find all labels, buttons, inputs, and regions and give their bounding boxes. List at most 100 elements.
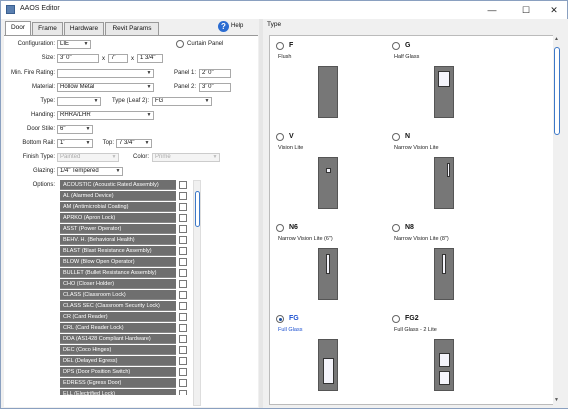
top-dropdown[interactable]: 7 3/4" ▼ <box>116 139 152 148</box>
option-row[interactable]: BLOW (Blow Open Operator) <box>60 257 194 267</box>
door-type-gallery: F Flush G Half Glass V Vision Lite N Narrow Vis… <box>269 35 559 405</box>
door-stile-dropdown[interactable]: 6" ▼ <box>57 125 93 134</box>
door-illustration <box>318 66 338 118</box>
close-button[interactable]: ✕ <box>539 1 568 19</box>
help-icon[interactable]: ? <box>218 21 229 32</box>
door-type-option[interactable]: FG Full Glass <box>276 315 391 404</box>
size-thickness-field[interactable]: 1 3/4" <box>137 54 163 63</box>
vision-lite-glass <box>439 353 450 367</box>
curtain-panel-radio[interactable] <box>176 40 184 48</box>
door-type-radio[interactable] <box>276 42 284 50</box>
door-type-option[interactable]: N8 Narrow Vision Lite (8") <box>392 224 507 314</box>
door-type-radio[interactable] <box>392 42 400 50</box>
type-scroll-thumb[interactable] <box>554 47 560 135</box>
option-row[interactable]: CHO (Closer Holder) <box>60 279 194 289</box>
type-header: Type <box>267 21 282 28</box>
option-checkbox[interactable] <box>179 368 187 376</box>
option-row[interactable]: BULLET (Bullet Resistance Assembly) <box>60 268 194 278</box>
tab-hardware[interactable]: Hardware <box>64 22 104 35</box>
option-checkbox[interactable] <box>179 313 187 321</box>
option-row[interactable]: APRKO (Apron Lock) <box>60 213 194 223</box>
panel1-field[interactable]: 2' 0" <box>199 69 231 78</box>
option-row[interactable]: DEL (Delayed Egress) <box>60 356 194 366</box>
tab-door[interactable]: Door <box>5 21 31 35</box>
option-checkbox[interactable] <box>179 346 187 354</box>
min-fire-rating-dropdown[interactable]: ▼ <box>57 69 154 78</box>
option-row[interactable]: AM (Antimicrobial Coating) <box>60 202 194 212</box>
door-type-option[interactable]: G Half Glass <box>392 42 507 132</box>
door-type-radio[interactable] <box>276 315 284 323</box>
door-type-code: FG <box>289 315 299 322</box>
scroll-up-icon[interactable]: ▲ <box>554 36 559 42</box>
option-row[interactable]: BEHV. H. (Behavioral Health) <box>60 235 194 245</box>
option-row[interactable]: EDRESS (Egress Door) <box>60 378 194 388</box>
bottom-rail-dropdown[interactable]: 1' ▼ <box>57 139 93 148</box>
door-type-radio[interactable] <box>276 224 284 232</box>
options-list[interactable]: ACOUSTIC (Acoustic Rated Assembly) AL (Al… <box>60 180 194 395</box>
option-row[interactable]: ASST (Power Operator) <box>60 224 194 234</box>
option-row[interactable]: CRL (Card Reader Lock) <box>60 323 194 333</box>
option-checkbox[interactable] <box>179 280 187 288</box>
option-checkbox[interactable] <box>179 335 187 343</box>
option-checkbox[interactable] <box>179 214 187 222</box>
type-panel: Type F Flush G Half Glass V Vision Lite N Narro… <box>263 19 568 408</box>
option-checkbox[interactable] <box>179 258 187 266</box>
maximize-button[interactable]: ☐ <box>511 1 541 19</box>
door-type-radio[interactable] <box>392 315 400 323</box>
door-illustration <box>318 339 338 391</box>
option-checkbox[interactable] <box>179 269 187 277</box>
option-checkbox[interactable] <box>179 203 187 211</box>
option-checkbox[interactable] <box>179 236 187 244</box>
option-row[interactable]: ELL (Electrified Lock) <box>60 389 194 395</box>
door-type-option[interactable]: N Narrow Vision Lite <box>392 133 507 223</box>
door-stile-label: Door Stile: <box>26 126 55 132</box>
size-height-field[interactable]: 7' <box>108 54 128 63</box>
option-row[interactable]: DEC (Coco Hinges) <box>60 345 194 355</box>
handing-dropdown[interactable]: RHRA/LHR ▼ <box>57 111 154 120</box>
option-label: CR (Card Reader) <box>60 312 176 322</box>
material-dropdown[interactable]: Hollow Metal ▼ <box>57 83 154 92</box>
option-row[interactable]: CLASS (Classroom Lock) <box>60 290 194 300</box>
options-scroll-thumb[interactable] <box>195 191 200 227</box>
type-dropdown[interactable]: ▼ <box>57 97 101 106</box>
option-checkbox[interactable] <box>179 192 187 200</box>
option-row[interactable]: CR (Card Reader) <box>60 312 194 322</box>
option-checkbox[interactable] <box>179 390 187 395</box>
options-scrollbar[interactable] <box>193 180 201 406</box>
configuration-dropdown[interactable]: LIE ▼ <box>57 40 91 49</box>
door-type-radio[interactable] <box>392 224 400 232</box>
scroll-down-icon[interactable]: ▼ <box>554 397 559 403</box>
option-checkbox[interactable] <box>179 324 187 332</box>
tab-revit-params[interactable]: Revit Params <box>105 22 159 35</box>
minimize-button[interactable]: — <box>477 1 507 19</box>
option-checkbox[interactable] <box>179 379 187 387</box>
option-checkbox[interactable] <box>179 181 187 189</box>
option-checkbox[interactable] <box>179 291 187 299</box>
type-scrollbar[interactable]: ▲ ▼ <box>553 35 561 405</box>
option-row[interactable]: BLAST (Blast Resistance Assembly) <box>60 246 194 256</box>
size-width-field[interactable]: 3' 0" <box>57 54 99 63</box>
option-checkbox[interactable] <box>179 225 187 233</box>
door-type-radio[interactable] <box>276 133 284 141</box>
option-row[interactable]: CLASS SEC (Classroom Security Lock) <box>60 301 194 311</box>
app-window: AAOS Editor — ☐ ✕ Door Frame Hardware Re… <box>0 0 568 409</box>
door-type-option[interactable]: N6 Narrow Vision Lite (6") <box>276 224 391 314</box>
tab-frame[interactable]: Frame <box>32 22 63 35</box>
option-checkbox[interactable] <box>179 302 187 310</box>
type-leaf2-dropdown[interactable]: FG ▼ <box>152 97 212 106</box>
vision-lite-glass <box>447 163 450 177</box>
door-type-option[interactable]: F Flush <box>276 42 391 132</box>
option-row[interactable]: AL (Alarmed Device) <box>60 191 194 201</box>
door-type-code: V <box>289 133 294 140</box>
door-type-option[interactable]: V Vision Lite <box>276 133 391 223</box>
help-label[interactable]: Help <box>231 23 243 29</box>
door-type-radio[interactable] <box>392 133 400 141</box>
option-row[interactable]: ACOUSTIC (Acoustic Rated Assembly) <box>60 180 194 190</box>
door-type-option[interactable]: FG2 Full Glass - 2 Lite <box>392 315 507 404</box>
option-row[interactable]: DDA (AS1428 Compliant Hardware) <box>60 334 194 344</box>
option-row[interactable]: DPS (Door Position Switch) <box>60 367 194 377</box>
glazing-dropdown[interactable]: 1/4" Tempered ▼ <box>57 167 123 176</box>
option-checkbox[interactable] <box>179 357 187 365</box>
option-checkbox[interactable] <box>179 247 187 255</box>
panel2-field[interactable]: 3' 0" <box>199 83 231 92</box>
